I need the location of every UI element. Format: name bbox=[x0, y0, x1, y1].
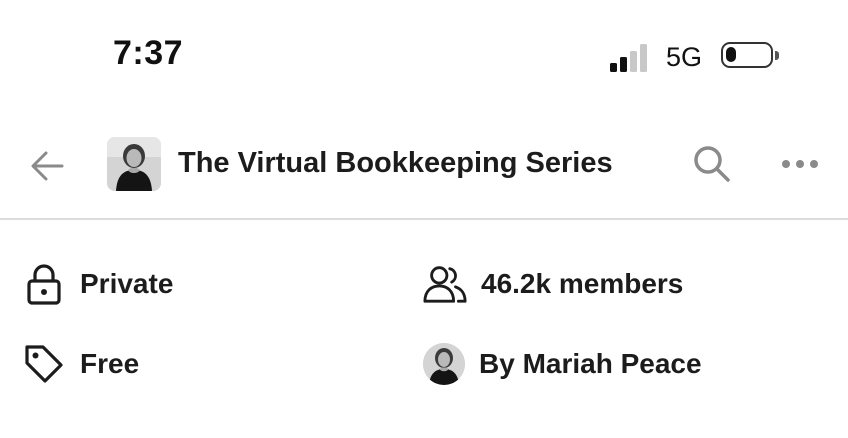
signal-bar bbox=[640, 44, 647, 72]
creator-avatar[interactable] bbox=[423, 343, 465, 385]
tag-icon bbox=[22, 342, 66, 386]
signal-bar bbox=[630, 51, 637, 72]
lock-icon bbox=[22, 262, 66, 306]
group-photo bbox=[107, 137, 161, 191]
signal-bar bbox=[610, 63, 617, 72]
creator-photo bbox=[423, 343, 465, 385]
members-icon bbox=[423, 262, 467, 306]
status-bar: 7:37 5G bbox=[0, 0, 848, 110]
members-info[interactable]: 46.2k members bbox=[423, 262, 683, 306]
more-horizontal-icon bbox=[782, 160, 818, 168]
status-time: 7:37 bbox=[113, 34, 184, 72]
group-title[interactable]: The Virtual Bookkeeping Series bbox=[178, 147, 613, 180]
back-button[interactable] bbox=[28, 146, 68, 186]
creator-name[interactable]: By Mariah Peace bbox=[479, 348, 702, 380]
group-avatar[interactable] bbox=[107, 137, 161, 191]
battery-level bbox=[726, 47, 736, 62]
more-options-button[interactable] bbox=[780, 150, 820, 178]
price-label: Free bbox=[80, 348, 140, 379]
arrow-left-icon bbox=[31, 151, 64, 181]
battery-tip bbox=[775, 51, 779, 60]
creator-info[interactable]: By Mariah Peace bbox=[423, 342, 702, 386]
members-count: 46.2k members bbox=[481, 268, 684, 299]
signal-bar bbox=[620, 57, 627, 72]
privacy-info: Private bbox=[22, 262, 173, 306]
search-button[interactable] bbox=[690, 142, 734, 186]
price-info: Free bbox=[22, 342, 139, 386]
privacy-label: Private bbox=[80, 268, 174, 299]
network-type: 5G bbox=[666, 42, 703, 72]
search-icon bbox=[694, 146, 730, 182]
app-header: The Virtual Bookkeeping Series bbox=[0, 110, 848, 220]
cellular-signal-icon bbox=[610, 42, 652, 72]
battery-icon bbox=[721, 42, 773, 68]
